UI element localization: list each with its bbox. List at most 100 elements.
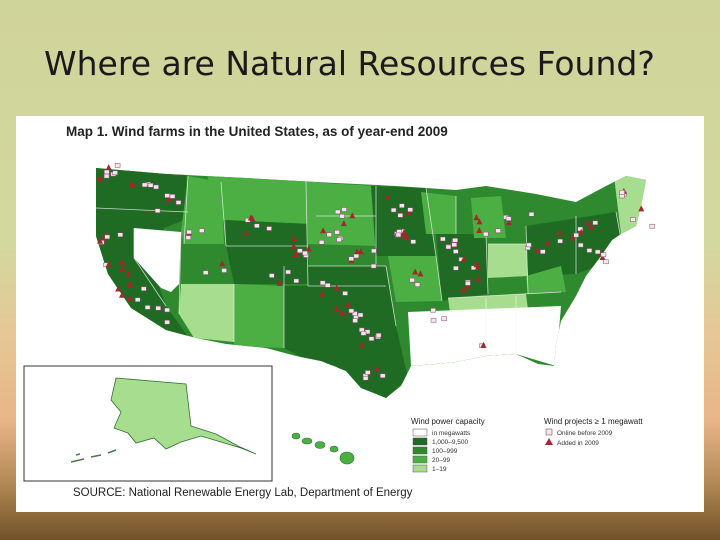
project-marker-existing <box>397 213 404 218</box>
project-marker-existing <box>362 375 369 381</box>
capacity-swatch <box>412 437 428 446</box>
project-marker-existing <box>526 242 532 248</box>
project-marker-existing <box>540 249 546 254</box>
capacity-legend: Wind power capacity in megawatts 1,000–9,… <box>411 417 485 473</box>
project-marker-existing <box>505 216 512 221</box>
state-missouri <box>388 256 442 302</box>
project-marker-added <box>105 164 112 171</box>
project-marker-existing <box>370 263 377 269</box>
project-marker-existing <box>202 270 209 275</box>
capacity-swatch <box>412 455 428 464</box>
state-utah <box>181 244 226 284</box>
project-marker-existing <box>649 223 656 229</box>
project-marker-existing <box>577 226 583 232</box>
project-marker-existing <box>390 207 397 213</box>
project-marker-existing <box>326 232 332 237</box>
projects-legend-heading: Wind projects ≥ 1 megawatt <box>544 417 643 426</box>
project-marker-existing <box>153 184 159 190</box>
project-marker-existing <box>164 307 170 313</box>
project-marker-existing <box>169 194 176 199</box>
project-marker-existing <box>557 238 563 244</box>
state-ohio <box>488 244 528 278</box>
project-marker-existing <box>164 319 170 325</box>
project-marker-existing <box>430 307 436 313</box>
project-marker-existing <box>495 228 501 234</box>
slide-title: Where are Natural Resources Found? <box>44 44 655 83</box>
project-marker-existing <box>324 283 331 288</box>
project-marker-existing <box>341 207 347 212</box>
project-marker-existing <box>603 259 609 265</box>
project-marker-existing <box>451 242 458 248</box>
project-marker-existing <box>103 173 110 179</box>
project-marker-existing <box>430 318 437 323</box>
legend-existing-marker <box>545 428 553 436</box>
project-marker-existing <box>342 291 348 296</box>
project-marker-existing <box>348 256 355 261</box>
project-marker-existing <box>399 203 405 208</box>
project-marker-existing <box>104 169 110 175</box>
project-marker-existing <box>483 231 489 237</box>
project-marker-existing <box>360 331 367 336</box>
state-wisconsin <box>421 192 456 234</box>
project-marker-existing <box>334 229 340 235</box>
capacity-swatch <box>412 464 428 473</box>
project-marker-existing <box>114 163 121 168</box>
project-marker-existing <box>352 318 358 323</box>
project-marker-existing <box>371 248 377 254</box>
capacity-label: 20–99 <box>432 457 450 464</box>
project-marker-existing <box>175 200 182 205</box>
capacity-label: in megawatts <box>432 430 471 437</box>
project-marker-existing <box>594 249 601 255</box>
project-marker-existing <box>465 281 471 286</box>
project-marker-existing <box>353 253 360 259</box>
project-marker-existing <box>154 208 161 213</box>
wind-farm-map: Map 1. Wind farms in the United States, … <box>16 116 704 512</box>
project-marker-existing <box>348 308 355 314</box>
project-marker-existing <box>375 332 382 338</box>
project-marker-existing <box>112 170 118 176</box>
project-marker-existing <box>297 248 303 253</box>
project-marker-existing <box>198 228 205 233</box>
project-marker-existing <box>630 217 636 222</box>
capacity-swatch <box>412 446 428 455</box>
project-marker-existing <box>592 220 599 226</box>
project-marker-existing <box>185 235 192 240</box>
project-marker-existing <box>619 193 625 199</box>
project-marker-existing <box>319 280 326 286</box>
project-marker-existing <box>528 212 535 217</box>
project-marker-existing <box>293 278 300 284</box>
project-marker-existing <box>577 242 584 248</box>
project-marker-existing <box>453 249 459 254</box>
map-source: SOURCE: National Renewable Energy Lab, D… <box>73 487 413 499</box>
project-marker-existing <box>147 183 154 188</box>
hawaii-islands <box>291 432 355 465</box>
project-marker-existing <box>368 336 375 341</box>
legend-existing-label: Online before 2009 <box>557 430 613 437</box>
legend-added-marker <box>545 438 553 445</box>
project-marker-existing <box>365 370 371 375</box>
project-marker-existing <box>445 244 452 250</box>
state-new-mexico <box>234 284 284 348</box>
project-marker-existing <box>395 232 402 238</box>
state-group-south <box>408 306 561 366</box>
project-marker-existing <box>409 277 415 283</box>
project-marker-existing <box>186 229 192 235</box>
project-marker-existing <box>221 268 227 273</box>
project-marker-existing <box>164 193 170 198</box>
project-marker-existing <box>441 316 447 321</box>
capacity-label: 100–999 <box>432 448 458 455</box>
project-marker-existing <box>104 234 110 240</box>
project-marker-existing <box>357 312 364 318</box>
capacity-legend-heading: Wind power capacity <box>411 417 485 426</box>
project-marker-existing <box>452 237 458 243</box>
project-marker-existing <box>573 232 579 238</box>
project-marker-existing <box>453 265 459 271</box>
capacity-label: 1,000–9,500 <box>432 439 469 446</box>
project-marker-existing <box>619 190 625 195</box>
project-marker-existing <box>336 237 342 243</box>
project-marker-existing <box>318 240 325 245</box>
us-wind-map-svg: Wind power capacity in megawatts 1,000–9,… <box>23 163 656 482</box>
project-marker-existing <box>586 248 593 253</box>
project-marker-existing <box>600 252 607 257</box>
projects-legend: Wind projects ≥ 1 megawatt Online before… <box>544 417 643 447</box>
